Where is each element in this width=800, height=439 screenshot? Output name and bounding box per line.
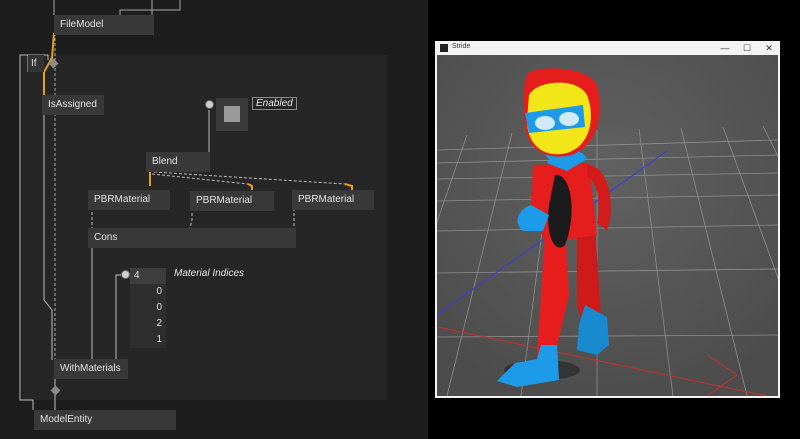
link <box>43 112 53 360</box>
minimize-button[interactable]: — <box>714 41 736 55</box>
window-title: Stride <box>452 43 471 50</box>
link <box>153 171 346 185</box>
node-pbrmaterial[interactable]: PBRMaterial <box>88 190 170 210</box>
node-modelentity[interactable]: ModelEntity <box>34 410 176 430</box>
node-cons[interactable]: Cons <box>88 228 296 248</box>
link <box>119 0 181 15</box>
node-pbrmaterial[interactable]: PBRMaterial <box>292 190 374 210</box>
link <box>189 208 193 229</box>
app-icon <box>440 44 448 52</box>
spread-value[interactable]: 0 <box>130 284 166 300</box>
node-label: ModelEntity <box>40 414 93 425</box>
spread-count[interactable]: 4 <box>130 268 166 284</box>
node-blend[interactable]: Blend <box>146 152 210 172</box>
close-button[interactable]: ✕ <box>758 41 780 55</box>
node-label: IsAssigned <box>48 99 97 110</box>
maximize-button[interactable]: ☐ <box>736 41 758 55</box>
node-label: Cons <box>94 232 118 243</box>
spread-value[interactable]: 1 <box>130 332 166 348</box>
node-label: Blend <box>152 156 178 167</box>
node-label: If <box>31 58 37 69</box>
scene-render <box>437 55 778 396</box>
patch-editor[interactable]: FileModel If IsAssigned Enabled Blend PB… <box>0 0 428 439</box>
link <box>115 274 123 360</box>
node-label: FileModel <box>60 19 104 30</box>
iobox-input-pin[interactable] <box>205 100 214 109</box>
node-label: PBRMaterial <box>196 195 253 206</box>
node-isassigned[interactable]: IsAssigned <box>42 95 104 115</box>
node-label: PBRMaterial <box>94 194 151 205</box>
spread-input-pin[interactable] <box>121 270 130 279</box>
spread-value[interactable]: 0 <box>130 300 166 316</box>
enabled-label: Enabled <box>252 97 297 110</box>
node-filemodel[interactable]: FileModel <box>54 15 154 35</box>
node-pbrmaterial[interactable]: PBRMaterial <box>190 191 274 211</box>
node-label: WithMaterials <box>60 363 121 374</box>
link <box>151 173 249 185</box>
node-if[interactable]: If <box>28 55 44 72</box>
link-highlighted <box>247 183 253 190</box>
material-indices-label: Material Indices <box>174 268 245 279</box>
material-indices-spread[interactable]: 4 0 0 2 1 <box>130 268 166 348</box>
spread-value[interactable]: 2 <box>130 316 166 332</box>
stride-window[interactable]: Stride — ☐ ✕ <box>435 41 780 398</box>
enabled-toggle[interactable] <box>216 98 248 131</box>
window-titlebar[interactable]: Stride — ☐ ✕ <box>435 41 780 55</box>
node-withmaterials[interactable]: WithMaterials <box>54 359 128 379</box>
node-label: PBRMaterial <box>298 194 355 205</box>
render-viewport[interactable] <box>437 55 778 396</box>
toggle-indicator <box>224 106 240 122</box>
